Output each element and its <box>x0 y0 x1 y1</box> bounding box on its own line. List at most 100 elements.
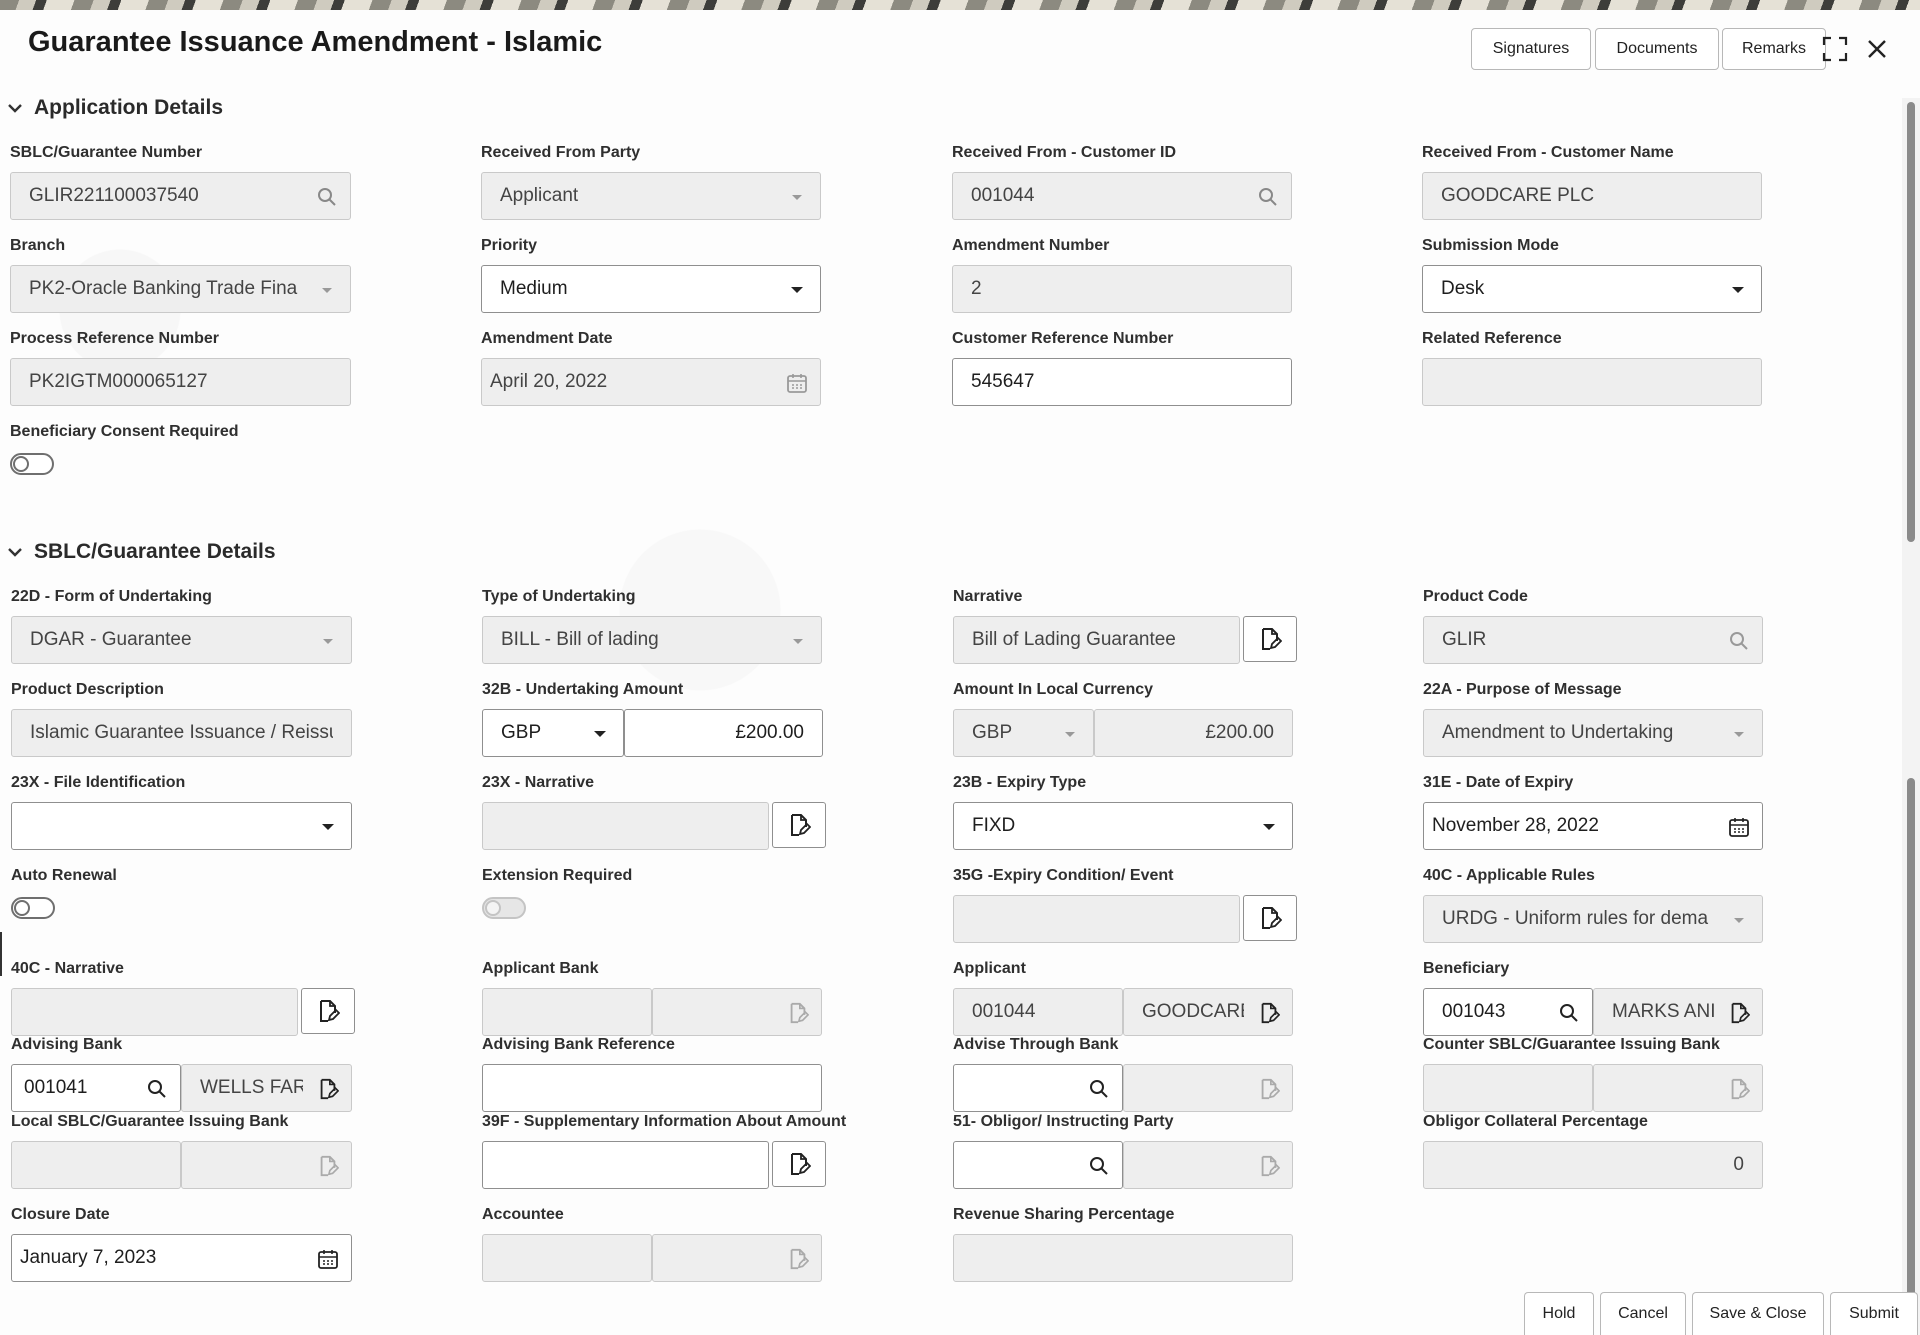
related-reference-input <box>1422 358 1762 406</box>
submission-mode-select[interactable]: Desk <box>1422 265 1762 313</box>
type-of-undertaking-select[interactable]: BILL - Bill of lading <box>482 616 822 664</box>
closure-date-input[interactable]: January 7, 2023 <box>11 1234 352 1282</box>
beneficiary-id-input[interactable]: 001043 <box>1423 988 1593 1036</box>
search-icon[interactable] <box>1558 1002 1580 1024</box>
local-issuing-bank-name-input <box>181 1141 352 1189</box>
modal-window: Guarantee Issuance Amendment - Islamic S… <box>0 10 1920 1335</box>
field-label: Received From - Customer ID <box>952 144 1177 161</box>
search-icon[interactable] <box>1257 186 1279 208</box>
priority-select[interactable]: Medium <box>481 265 821 313</box>
form-of-undertaking-select[interactable]: DGAR - Guarantee <box>11 616 352 664</box>
field-value: PK2-Oracle Banking Trade Fina <box>29 278 298 299</box>
vertical-scrollbar[interactable] <box>1902 98 1920 1335</box>
beneficiary-consent-toggle[interactable] <box>10 453 54 475</box>
scrollbar-thumb[interactable] <box>1907 102 1915 542</box>
field-value: GOODCARE <box>1142 1001 1244 1022</box>
edit-document-icon[interactable] <box>1728 1002 1750 1024</box>
field-label: Narrative <box>953 588 1023 605</box>
purpose-of-message-select[interactable]: Amendment to Undertaking <box>1423 709 1763 757</box>
accountee-id-input <box>482 1234 652 1282</box>
counter-issuing-bank-name-input <box>1593 1064 1763 1112</box>
field-label: Obligor Collateral Percentage <box>1423 1113 1648 1130</box>
undertaking-amount-input[interactable]: £200.00 <box>624 709 823 757</box>
field-label: 23B - Expiry Type <box>953 774 1087 791</box>
submit-button[interactable]: Submit <box>1830 1292 1918 1335</box>
search-icon[interactable] <box>1088 1078 1110 1100</box>
close-icon[interactable] <box>1862 34 1892 64</box>
expiry-condition-edit-button[interactable] <box>1243 895 1297 941</box>
save-close-button[interactable]: Save & Close <box>1692 1292 1824 1335</box>
field-label: Local SBLC/Guarantee Issuing Bank <box>11 1113 289 1130</box>
caret-down-icon <box>793 639 803 644</box>
local-issuing-bank-id-input <box>11 1141 181 1189</box>
guarantee-details-header[interactable]: SBLC/Guarantee Details <box>6 540 276 564</box>
scrollbar-thumb[interactable] <box>1907 778 1915 1318</box>
received-from-party-select[interactable]: Applicant <box>481 172 821 220</box>
section-title: SBLC/Guarantee Details <box>34 540 276 563</box>
expiry-type-select[interactable]: FIXD <box>953 802 1293 850</box>
applicant-bank-name-input <box>652 988 822 1036</box>
advising-bank-id-input[interactable]: 001041 <box>11 1064 181 1112</box>
amount-local-input: £200.00 <box>1094 709 1293 757</box>
field-value: 001043 <box>1442 1001 1506 1022</box>
customer-reference-input[interactable]: 545647 <box>952 358 1292 406</box>
field-label: 40C - Applicable Rules <box>1423 867 1595 884</box>
branch-select[interactable]: PK2-Oracle Banking Trade Fina <box>10 265 351 313</box>
field-label: 51- Obligor/ Instructing Party <box>953 1113 1174 1130</box>
narrative-edit-button[interactable] <box>1243 616 1297 662</box>
narrative-40c-edit-button[interactable] <box>301 988 355 1034</box>
advise-through-bank-id-input[interactable] <box>953 1064 1123 1112</box>
field-label: 23X - Narrative <box>482 774 595 791</box>
application-details-header[interactable]: Application Details <box>6 96 223 120</box>
caret-down-icon <box>1734 918 1744 923</box>
field-label: Accountee <box>482 1206 564 1223</box>
expiry-condition-input <box>953 895 1240 943</box>
auto-renewal-toggle[interactable] <box>11 897 55 919</box>
edit-document-icon <box>320 1155 339 1177</box>
cancel-button[interactable]: Cancel <box>1600 1292 1686 1335</box>
undertaking-currency-select[interactable]: GBP <box>482 709 624 757</box>
field-label: Amendment Number <box>952 237 1110 254</box>
supplementary-info-input[interactable] <box>482 1141 769 1189</box>
caret-down-icon <box>322 824 334 830</box>
search-icon[interactable] <box>316 186 338 208</box>
field-value: £200.00 <box>735 722 804 743</box>
edit-document-icon <box>1731 1078 1750 1100</box>
edit-document-icon[interactable] <box>317 1078 339 1100</box>
narrative-23x-edit-button[interactable] <box>772 802 826 848</box>
obligor-id-input[interactable] <box>953 1141 1123 1189</box>
file-identification-select[interactable] <box>11 802 352 850</box>
supplementary-info-edit-button[interactable] <box>772 1141 826 1187</box>
applicable-rules-select[interactable]: URDG - Uniform rules for dema <box>1423 895 1763 943</box>
sblc-number-input[interactable]: GLIR221100037540 <box>10 172 351 220</box>
advising-bank-ref-input[interactable] <box>482 1064 822 1112</box>
search-icon[interactable] <box>1088 1155 1110 1177</box>
edit-document-icon[interactable] <box>1258 1002 1280 1024</box>
signatures-button[interactable]: Signatures <box>1471 28 1591 70</box>
field-label: Auto Renewal <box>11 867 117 884</box>
revenue-sharing-input <box>953 1234 1293 1282</box>
beneficiary-name-input: MARKS ANI <box>1593 988 1763 1036</box>
expand-icon[interactable] <box>1820 34 1850 64</box>
remarks-button[interactable]: Remarks <box>1722 28 1826 70</box>
field-label: Advise Through Bank <box>953 1036 1119 1053</box>
field-label: 40C - Narrative <box>11 960 124 977</box>
product-code-input[interactable]: GLIR <box>1423 616 1763 664</box>
edit-document-icon <box>791 814 811 836</box>
received-customer-id-input[interactable]: 001044 <box>952 172 1292 220</box>
calendar-icon[interactable] <box>1728 816 1750 838</box>
search-icon[interactable] <box>1728 630 1750 652</box>
field-label: Submission Mode <box>1422 237 1559 254</box>
search-icon[interactable] <box>146 1078 168 1100</box>
calendar-icon <box>787 374 807 393</box>
accountee-name-input <box>652 1234 822 1282</box>
advise-through-bank-name-input <box>1123 1064 1293 1112</box>
field-value: Desk <box>1441 278 1485 299</box>
field-label: Applicant <box>953 960 1026 977</box>
calendar-icon[interactable] <box>317 1248 339 1270</box>
narrative-input: Bill of Lading Guarantee <box>953 616 1240 664</box>
hold-button[interactable]: Hold <box>1524 1292 1594 1335</box>
caret-down-icon <box>1263 824 1275 830</box>
documents-button[interactable]: Documents <box>1595 28 1719 70</box>
date-of-expiry-input[interactable]: November 28, 2022 <box>1423 802 1763 850</box>
